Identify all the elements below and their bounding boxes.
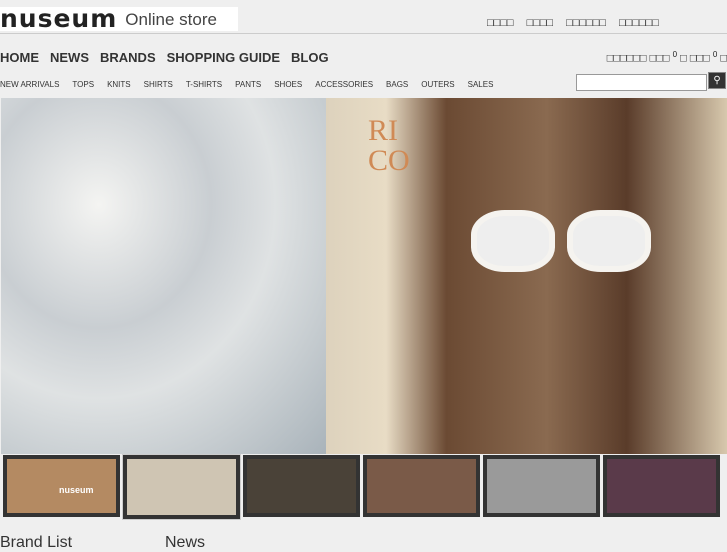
- slide-thumbnail[interactable]: [603, 455, 720, 517]
- nav-blog[interactable]: BLOG: [291, 50, 329, 65]
- logo[interactable]: nuseum Online store: [0, 4, 238, 33]
- slide-thumbnail[interactable]: nuseum: [3, 455, 120, 517]
- top-link[interactable]: □□□□□□: [619, 17, 659, 29]
- category-link[interactable]: ACCESSORIES: [315, 80, 373, 89]
- nav-shopping-guide[interactable]: SHOPPING GUIDE: [167, 50, 280, 65]
- slide-thumbnail[interactable]: [243, 455, 360, 517]
- category-link[interactable]: T-SHIRTS: [186, 80, 222, 89]
- news-heading: News: [165, 534, 206, 551]
- slideshow-thumbnails: nuseum: [3, 455, 720, 519]
- category-link[interactable]: SALES: [468, 80, 494, 89]
- category-link[interactable]: TOPS: [72, 80, 94, 89]
- category-link[interactable]: BAGS: [386, 80, 408, 89]
- thumbnail-label: nuseum: [59, 485, 94, 495]
- top-link[interactable]: □□□□□□: [566, 17, 606, 29]
- category-link[interactable]: PANTS: [235, 80, 261, 89]
- cart-label: □□□□□□ □□□: [606, 52, 670, 65]
- slide-thumbnail[interactable]: [363, 455, 480, 517]
- cart-unit: □: [720, 52, 727, 65]
- cart-summary[interactable]: □□□□□□ □□□ 0 □ □□□ 0 □: [607, 50, 727, 65]
- logo-mark: nuseum: [0, 4, 118, 33]
- top-links: □□□□ □□□□ □□□□□□ □□□□□□: [487, 17, 659, 29]
- top-link[interactable]: □□□□: [487, 17, 514, 29]
- divider: [0, 33, 727, 34]
- hero-slideshow[interactable]: RI CO: [1, 98, 727, 454]
- hero-model-image: RI CO: [326, 98, 727, 454]
- category-link[interactable]: OUTERS: [421, 80, 454, 89]
- search-button[interactable]: ⚲: [708, 72, 726, 89]
- nav-news[interactable]: NEWS: [50, 50, 89, 65]
- cart-total: 0: [712, 50, 718, 59]
- hero-sky-image: [1, 98, 326, 454]
- search-input[interactable]: [576, 74, 707, 91]
- slide-thumbnail[interactable]: [483, 455, 600, 517]
- nav-brands[interactable]: BRANDS: [100, 50, 156, 65]
- category-link[interactable]: NEW ARRIVALS: [0, 80, 59, 89]
- cart-total-label: □ □□□: [680, 52, 710, 65]
- category-link[interactable]: KNITS: [107, 80, 131, 89]
- main-nav: HOME NEWS BRANDS SHOPPING GUIDE BLOG: [0, 50, 329, 65]
- cart-count: 0: [672, 50, 678, 59]
- hero-brand-text: RI CO: [368, 114, 410, 177]
- category-link[interactable]: SHIRTS: [144, 80, 173, 89]
- category-nav: NEW ARRIVALS TOPS KNITS SHIRTS T-SHIRTS …: [0, 80, 493, 89]
- top-link[interactable]: □□□□: [527, 17, 554, 29]
- category-link[interactable]: SHOES: [274, 80, 302, 89]
- logo-subtitle: Online store: [125, 10, 217, 29]
- search-icon: ⚲: [713, 75, 721, 86]
- slide-thumbnail[interactable]: [123, 455, 240, 519]
- nav-home[interactable]: HOME: [0, 50, 39, 65]
- brand-list-heading: Brand List: [0, 534, 73, 551]
- sunglasses-graphic: [471, 210, 651, 272]
